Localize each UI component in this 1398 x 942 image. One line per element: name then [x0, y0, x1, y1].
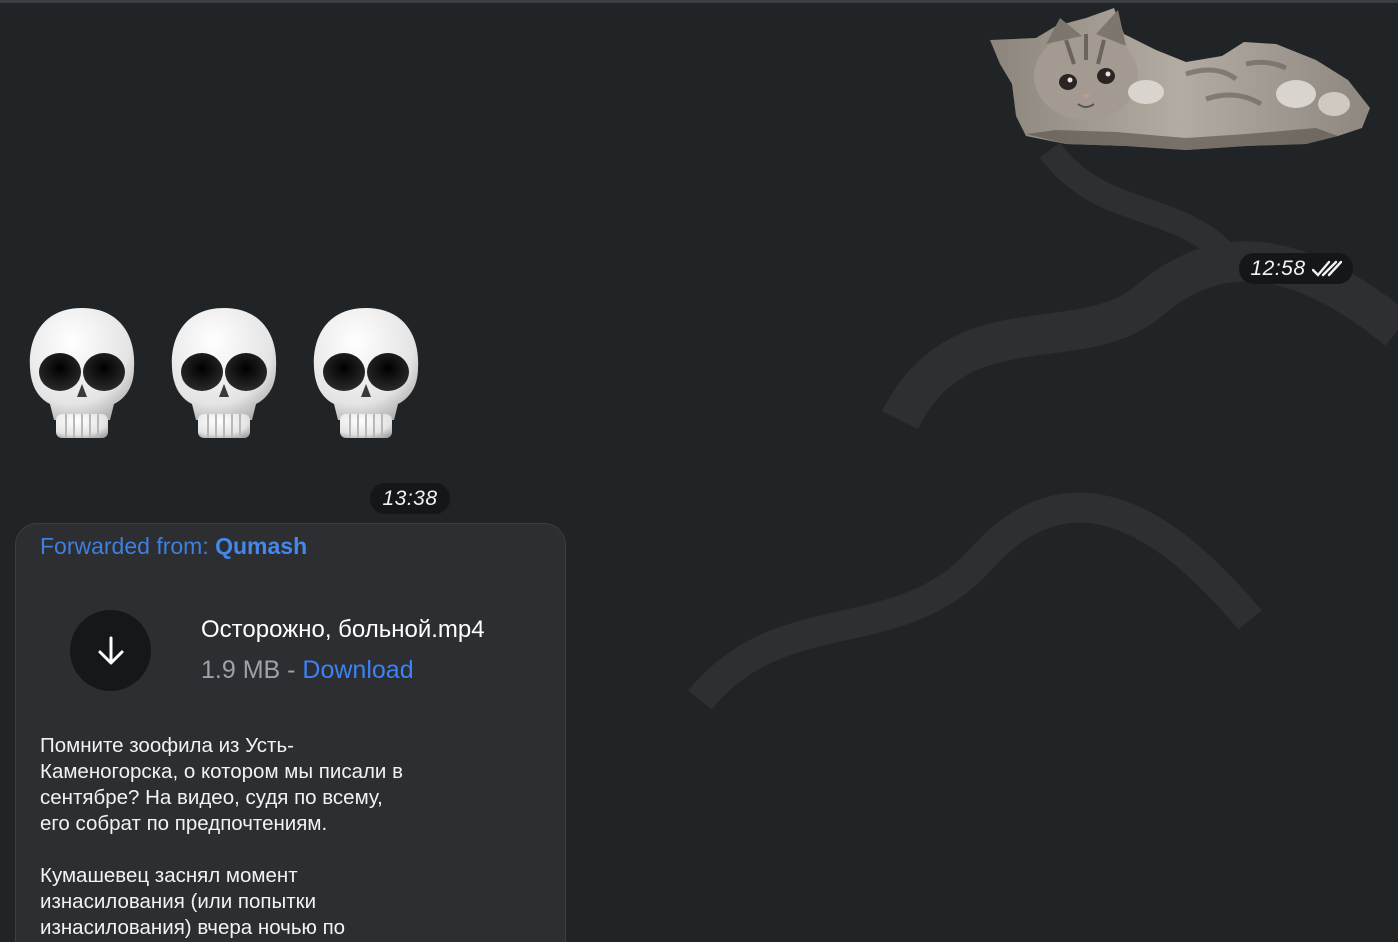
meta-separator: -	[280, 656, 303, 684]
kitten-sticker[interactable]	[986, 4, 1372, 154]
message-time-pill: 13:38	[370, 483, 450, 514]
message-paragraph: Кумашевец заснял момент изнасилования (и…	[40, 864, 346, 939]
skull-emoji-icon	[171, 308, 277, 438]
skull-emoji-icon	[29, 308, 135, 438]
download-button[interactable]	[70, 610, 151, 691]
forwarded-label: Forwarded from:	[40, 533, 209, 559]
message-time: 13:38	[382, 486, 438, 510]
double-check-icon	[1311, 260, 1342, 277]
emoji-message[interactable]	[24, 302, 424, 442]
download-link[interactable]: Download	[302, 656, 413, 684]
message-paragraph: Помните зоофила из Усть- Каменогорска, о…	[40, 734, 403, 835]
file-name: Осторожно, больной.mp4	[201, 616, 485, 643]
message-time: 12:58	[1250, 256, 1306, 280]
file-meta: 1.9 MB - Download	[201, 656, 414, 685]
forwarded-source-link[interactable]: Qumash	[215, 533, 307, 559]
forwarded-file-message[interactable]: Forwarded from: Qumash Осторожно, больно…	[15, 523, 566, 942]
arrow-down-icon	[98, 636, 123, 664]
file-size: 1.9 MB	[201, 656, 281, 684]
message-time-pill: 12:58	[1239, 253, 1353, 284]
chat-area[interactable]: 12:58 13:38 Forwarded from: Qumash Остор…	[0, 0, 1398, 942]
forwarded-header: Forwarded from: Qumash	[40, 533, 307, 560]
message-text: Помните зоофила из Усть- Каменогорска, о…	[40, 733, 510, 942]
skull-emoji-icon	[313, 308, 419, 438]
